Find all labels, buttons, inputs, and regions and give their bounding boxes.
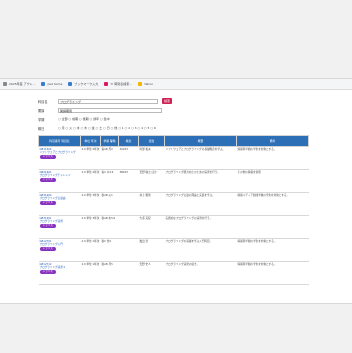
bookmark-item[interactable]: ps4 home — [41, 82, 62, 86]
cell-room: 3A203 — [118, 146, 139, 170]
header-note: 備考 — [236, 135, 309, 147]
table-row: GB12712 プログラミング演習 II シラバス 2.0 単位 1年次 秋AB 月5 天… — [38, 261, 309, 285]
table-row: GB31501 プログラミング演習 シラバス 2.0 単位 3年次 秋AB 水5,6 大澤… — [38, 215, 309, 239]
syllabus-button[interactable]: シラバス — [39, 155, 56, 159]
campus-label: 曜日 — [38, 126, 45, 131]
screenshot-frame: 2025年度 アウト... ps4 home ブックマーク入力 Y! 時刻表検索… — [0, 0, 352, 353]
course-name[interactable]: プログラミング言語論 — [40, 197, 80, 200]
bookmarks-bar: 2025年度 アウト... ps4 home ブックマーク入力 Y! 時刻表検索… — [0, 79, 352, 90]
dept-label: 学期 — [38, 117, 45, 122]
cell-desc: プログラミングの基礎を学ぶ入門科目。 — [164, 238, 237, 262]
table-row: GB12701 プログラミング入門 シラバス 2.0 単位 1年次 秋C 金2 亀田 浩プ… — [38, 238, 309, 262]
cell-term: 秋C 金2 — [100, 238, 119, 262]
cell-note: 情報科学類の学生を対象とする。 — [236, 238, 309, 262]
campus-radio-group[interactable]: ○ 月 ○ 火 ○ 水 ○ 木 ○ 金 ○ 土 ○ 日 ○ 他 ○ 1 ○ 2 … — [58, 126, 156, 130]
cell-term: 春C 木3,4 — [100, 169, 119, 193]
cell-credit: 2.0 単位 3年次 — [80, 192, 101, 216]
cell-code: GB12712 プログラミング演習 II シラバス — [38, 261, 81, 285]
syllabus-button[interactable]: シラバス — [39, 270, 56, 274]
campus-row: 曜日 ○ 月 ○ 火 ○ 水 ○ 木 ○ 金 ○ 土 ○ 日 ○ 他 ○ 1 ○… — [38, 124, 308, 132]
cell-credit: 2.0 単位 2年次 — [80, 146, 101, 170]
bookmark-icon — [68, 82, 73, 86]
table-header-row: 科目番号 科目名 単位 年次 学期 曜時 教室 担当 概要 備考 — [38, 135, 309, 147]
header-room: 教室 — [118, 135, 139, 147]
bookmark-item[interactable]: Yahoo — [138, 82, 153, 86]
cell-teacher: 亀田 浩 — [138, 238, 165, 262]
cell-note: 情報科学類の学生を対象とする。 — [236, 261, 309, 285]
syllabus-button[interactable]: シラバス — [39, 178, 56, 182]
cell-credit: 2.0 単位 3年次 — [80, 215, 101, 239]
cell-room — [118, 192, 139, 216]
cell-note: 情報科学類の学生を対象とする。 — [236, 146, 309, 170]
syllabus-button[interactable]: シラバス — [39, 201, 56, 205]
cell-desc: プログラミング能力向上のための演習を行う。 — [164, 169, 237, 193]
cell-note: その他の情報を参照 — [236, 169, 309, 193]
subject-label: 科目名 — [38, 99, 48, 104]
header-code: 科目番号 科目名 — [38, 135, 81, 147]
cell-credit: 2.0 単位 1年次 — [80, 238, 101, 262]
cell-room: 3B203 — [118, 169, 139, 193]
cell-desc: プログラミング言語の理論と実装を学ぶ。 — [164, 192, 237, 216]
table-row: GB11404 ソフトウェアとプログラミング シラバス 2.0 単位 2年次 春AB 月… — [38, 146, 309, 170]
term-row: 開講 開講期間 — [38, 106, 308, 114]
header-term: 学期 曜時 — [100, 135, 119, 147]
cell-code: GB12701 プログラミング入門 シラバス — [38, 238, 81, 262]
cell-desc: 実践的なプログラミングの演習を行う。 — [164, 215, 237, 239]
cell-room — [118, 261, 139, 285]
search-button[interactable]: 検索 — [162, 98, 172, 104]
cell-code: GB31404 プログラミング言語論 シラバス — [38, 192, 81, 216]
syllabus-button[interactable]: シラバス — [39, 224, 56, 228]
bookmark-item[interactable]: Y! 時刻表検索... — [104, 82, 132, 86]
cell-credit: 2.0 単位 2年次 — [80, 169, 101, 193]
cell-term: 秋AB 水5,6 — [100, 215, 119, 239]
bookmark-icon — [138, 82, 143, 86]
bookmark-item[interactable]: ブックマーク入力 — [68, 82, 98, 86]
course-name[interactable]: プログラミング演習 II — [40, 266, 80, 269]
header-credit: 単位 年次 — [80, 135, 101, 147]
cell-term: 春AB 月2 — [100, 146, 119, 170]
cell-desc: プログラミング演習の続き。 — [164, 261, 237, 285]
cell-code: GB21601 プログラミングチャレンジ シラバス — [38, 169, 81, 193]
cell-teacher: 天野 史人 — [138, 261, 165, 285]
dept-row: 学期 ○ 全部 ○ 前期 ○ 後期 ○ 通年 ○ 集中 — [38, 115, 308, 123]
term-label: 開講 — [38, 108, 45, 113]
term-select[interactable]: 開講期間 — [58, 107, 162, 113]
header-teacher: 担当 — [138, 135, 165, 147]
course-name[interactable]: プログラミング入門 — [40, 243, 80, 246]
cell-room — [118, 215, 139, 239]
table-row: GB21601 プログラミングチャレンジ シラバス 2.0 単位 2年次 春C 木3,4… — [38, 169, 309, 193]
cell-desc: ソフトウェアとプログラミングの基礎概念を学ぶ。 — [164, 146, 237, 170]
cell-teacher: 井上 雅則 — [138, 192, 165, 216]
cell-teacher: 天野 敏之 ほか — [138, 169, 165, 193]
cell-code: GB11404 ソフトウェアとプログラミング シラバス — [38, 146, 81, 170]
cell-note — [236, 215, 309, 239]
bookmark-item[interactable]: 2025年度 アウト... — [3, 82, 35, 86]
cell-term: 秋AB 火1 — [100, 192, 119, 216]
cell-term: 秋AB 月5 — [100, 261, 119, 285]
cell-teacher: 阿部 和夫 — [138, 146, 165, 170]
subject-input[interactable]: プログラミング — [58, 98, 158, 104]
header-desc: 概要 — [164, 135, 237, 147]
search-panel: 科目名 プログラミング 検索 開講 開講期間 学期 ○ 全部 ○ 前期 ○ 後期… — [38, 97, 309, 285]
subject-row: 科目名 プログラミング 検索 — [38, 97, 308, 105]
dept-radio-group[interactable]: ○ 全部 ○ 前期 ○ 後期 ○ 通年 ○ 集中 — [58, 117, 110, 121]
bookmark-icon — [41, 82, 46, 86]
bookmark-icon — [104, 82, 109, 86]
syllabus-button[interactable]: シラバス — [39, 247, 56, 251]
course-name[interactable]: ソフトウェアとプログラミング — [40, 151, 80, 154]
table-row: GB31404 プログラミング言語論 シラバス 2.0 単位 3年次 秋AB 火1 井上 … — [38, 192, 309, 216]
cell-credit: 2.0 単位 1年次 — [80, 261, 101, 285]
cell-room — [118, 238, 139, 262]
cell-code: GB31501 プログラミング演習 シラバス — [38, 215, 81, 239]
results-table: 科目番号 科目名 単位 年次 学期 曜時 教室 担当 概要 備考 GB11404… — [38, 135, 309, 285]
cell-teacher: 大澤 英紀 — [138, 215, 165, 239]
course-name[interactable]: プログラミング演習 — [40, 220, 80, 223]
bookmark-icon — [3, 82, 7, 86]
browser-viewport: 2025年度 アウト... ps4 home ブックマーク入力 Y! 時刻表検索… — [0, 78, 352, 304]
course-name[interactable]: プログラミングチャレンジ — [40, 174, 80, 177]
cell-note: 情報メディア創成学類の学生を対象とする。 — [236, 192, 309, 216]
